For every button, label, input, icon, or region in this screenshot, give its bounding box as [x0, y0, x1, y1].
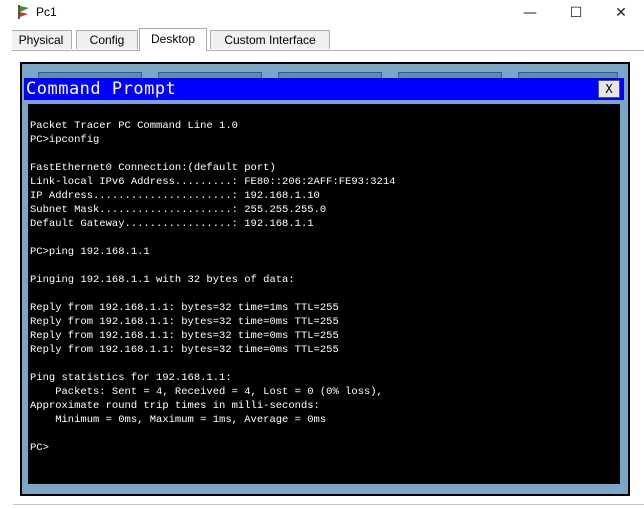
close-icon: X	[605, 82, 613, 96]
terminal-screen[interactable]: Packet Tracer PC Command Line 1.0 PC>ipc…	[28, 104, 620, 484]
command-prompt-window: Command Prompt X Packet Tracer PC Comman…	[24, 78, 624, 492]
command-prompt-title: Command Prompt	[26, 79, 177, 99]
window-title: Pc1	[36, 5, 57, 19]
close-icon: ✕	[615, 5, 627, 21]
minimize-icon: —	[523, 5, 537, 21]
tab-bar: Physical Config Desktop Custom Interface	[0, 28, 644, 51]
tab-config[interactable]: Config	[76, 30, 138, 49]
maximize-icon: ☐	[569, 5, 583, 21]
minimize-button[interactable]: —	[507, 0, 553, 26]
window-bottom-border	[13, 504, 644, 505]
tab-physical[interactable]: Physical	[10, 30, 72, 49]
command-prompt-close-button[interactable]: X	[598, 80, 620, 98]
packet-tracer-pc-icon	[18, 5, 29, 19]
tab-custom-interface[interactable]: Custom Interface	[210, 30, 330, 49]
window-titlebar: Pc1 — ☐ ✕	[0, 0, 644, 26]
close-button[interactable]: ✕	[598, 0, 644, 26]
maximize-button[interactable]: ☐	[553, 0, 599, 26]
terminal-output: Packet Tracer PC Command Line 1.0 PC>ipc…	[30, 120, 396, 454]
command-prompt-titlebar: Command Prompt X	[24, 78, 624, 100]
tab-desktop[interactable]: Desktop	[139, 28, 207, 51]
left-edge-strip	[0, 0, 12, 508]
